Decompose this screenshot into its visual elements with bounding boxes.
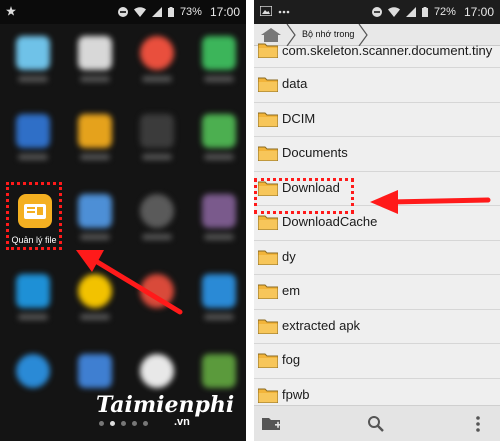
search-button[interactable] [364, 412, 388, 436]
app-icon [78, 354, 112, 388]
folder-list: com.skeleton.scanner.document.tiny data DC… [254, 43, 500, 413]
new-folder-icon [262, 418, 281, 430]
app-icon [202, 114, 236, 148]
app-icon [202, 274, 236, 308]
app-icon [78, 114, 112, 148]
battery-percent: 72% [433, 6, 456, 18]
app-icon [16, 114, 50, 148]
app-icon [16, 36, 50, 70]
app-icon [202, 194, 236, 228]
folder-icon [258, 250, 278, 265]
folder-icon [258, 43, 278, 58]
folder-name: fog [282, 352, 301, 367]
folder-row[interactable]: em [254, 275, 500, 310]
app-icon [16, 354, 50, 388]
app-icon [140, 36, 174, 70]
folder-name: data [282, 76, 308, 91]
battery-icon [421, 7, 428, 17]
status-bar: 72% 17:00 [254, 0, 500, 24]
file-manager-label: Quản lý file [11, 235, 57, 245]
app-icon [202, 354, 236, 388]
file-manager-app[interactable]: Quản lý file [6, 182, 62, 250]
watermark: Taimienphi .vn [96, 392, 235, 428]
signal-icon [405, 7, 416, 17]
battery-percent: 73% [179, 6, 202, 18]
app-icon [202, 36, 236, 70]
watermark-brand: Taimienphi [96, 392, 235, 418]
folder-row[interactable]: data [254, 68, 500, 103]
folder-icon [258, 319, 278, 334]
folder-name: dy [282, 248, 296, 264]
file-manager-icon [18, 194, 52, 228]
folder-row[interactable]: Documents [254, 137, 500, 172]
folder-icon [258, 77, 278, 92]
folder-icon [258, 353, 278, 368]
app-icon [140, 114, 174, 148]
wifi-icon [133, 7, 146, 17]
signal-icon [151, 7, 162, 17]
breadcrumb-current[interactable]: Bộ nhớ trong [302, 29, 354, 39]
image-notification-icon [259, 4, 273, 19]
folder-row[interactable]: DCIM [254, 102, 500, 137]
app-icon [140, 194, 174, 228]
overflow-icon [278, 10, 290, 14]
more-options-button[interactable] [466, 412, 490, 436]
tutorial-screenshot: 73% 17:00 Quản lý file 72% 17:00 Bộ nhớ … [0, 0, 500, 441]
status-bar: 73% 17:00 [0, 0, 246, 24]
arrow-to-download-icon [370, 190, 491, 214]
folder-name: com.skeleton.scanner.document.tiny [282, 43, 493, 58]
app-icon [78, 36, 112, 70]
app-icon [16, 274, 50, 308]
folder-icon [258, 215, 278, 230]
arrow-to-app-icon [76, 250, 183, 315]
folder-row[interactable]: dy [254, 240, 500, 275]
folder-icon [258, 112, 278, 127]
file-manager-screen: 72% 17:00 Bộ nhớ trong com.skeleton.scan… [254, 0, 500, 441]
battery-icon [167, 7, 174, 17]
folder-icon [258, 146, 278, 161]
do-not-disturb-icon [117, 7, 128, 17]
watermark-suffix: .vn [174, 416, 190, 428]
do-not-disturb-icon [371, 7, 382, 17]
search-icon [368, 416, 384, 432]
app-icon [140, 354, 174, 388]
folder-name: DCIM [282, 110, 316, 126]
folder-row[interactable]: com.skeleton.scanner.document.tiny [254, 43, 500, 68]
wifi-icon [387, 7, 400, 17]
new-folder-button[interactable] [260, 412, 284, 436]
folder-name: DownloadCache [282, 214, 378, 229]
folder-name: Documents [282, 145, 348, 160]
folder-row[interactable]: extracted apk [254, 309, 500, 344]
clock: 17:00 [463, 5, 494, 19]
folder-row[interactable]: fog [254, 344, 500, 379]
home-screen: 73% 17:00 Quản lý file [0, 0, 246, 441]
page-indicator [0, 421, 246, 426]
more-vertical-icon [476, 416, 480, 432]
app-icon [78, 194, 112, 228]
folder-name: em [282, 283, 301, 298]
clock: 17:00 [209, 5, 240, 19]
folder-icon [258, 284, 278, 299]
folder-name: extracted apk [282, 317, 361, 333]
download-highlight-box [254, 178, 354, 214]
star-icon [6, 5, 16, 19]
folder-name: fpwb [282, 386, 310, 402]
divider [246, 0, 254, 441]
folder-icon [258, 388, 278, 403]
bottom-toolbar [254, 405, 500, 441]
